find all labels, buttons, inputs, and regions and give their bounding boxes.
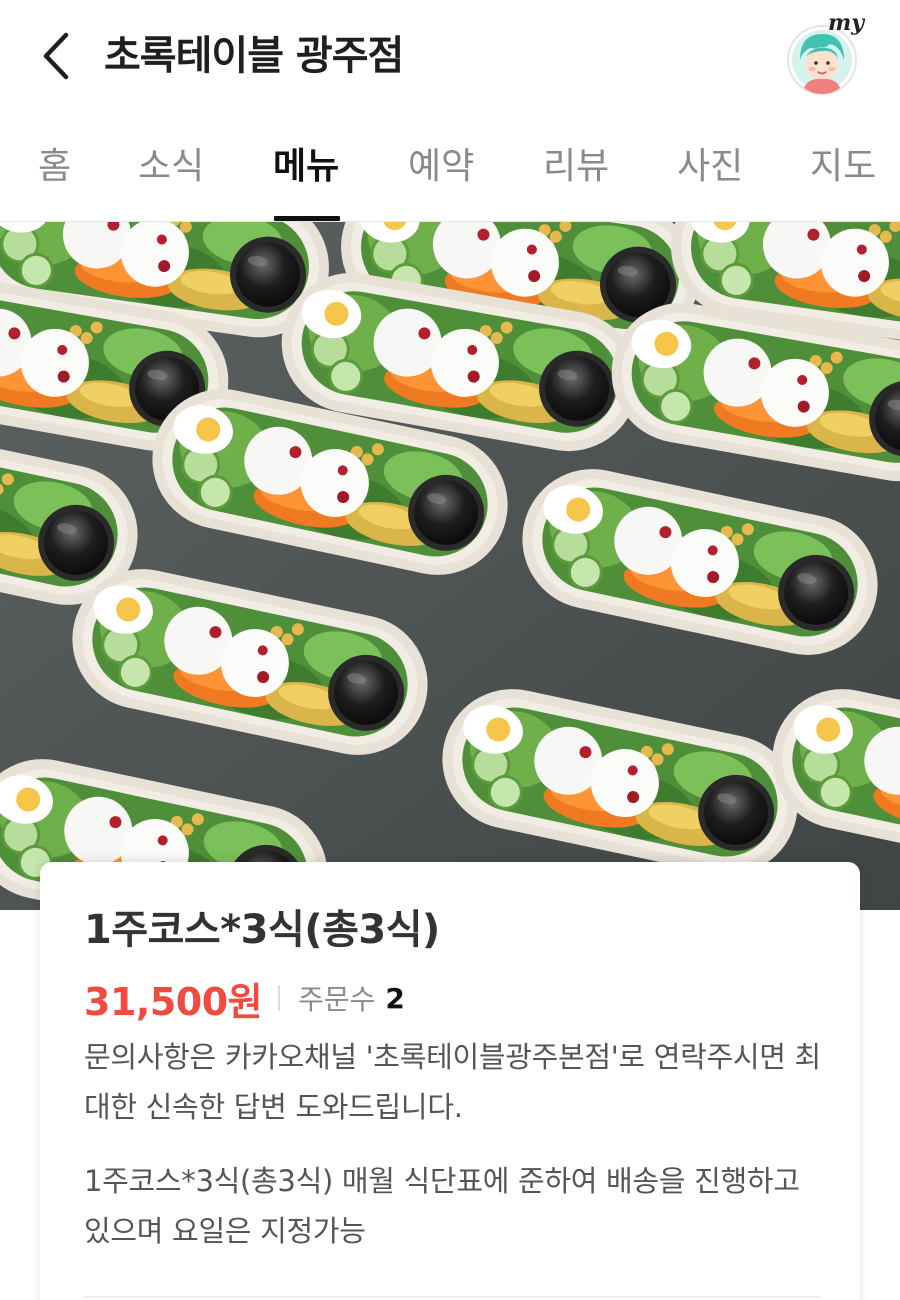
back-button[interactable] bbox=[30, 28, 82, 84]
page-title: 초록테이블 광주점 bbox=[104, 33, 404, 79]
menu-detail-card: 1주코스*3식(총3식) 31,500원 주문수 2 문의사항은 카카오채널 '… bbox=[40, 862, 860, 1300]
tab-reservation[interactable]: 예약 bbox=[408, 142, 474, 192]
chevron-left-icon bbox=[43, 32, 69, 80]
menu-description-delivery: 1주코스*3식(총3식) 매월 식단표에 준하여 배송을 진행하고 있으며 요일… bbox=[84, 1164, 800, 1248]
menu-photo bbox=[0, 222, 900, 910]
my-profile-button[interactable]: my bbox=[784, 10, 864, 96]
menu-price: 31,500원 bbox=[84, 979, 263, 1024]
my-label: my bbox=[828, 10, 865, 36]
tab-reviews[interactable]: 리뷰 bbox=[543, 142, 609, 192]
divider bbox=[278, 985, 281, 1011]
order-count-value: 2 bbox=[385, 981, 405, 1015]
salad-photo-icon bbox=[0, 222, 900, 910]
app-header: 초록테이블 광주점 my bbox=[0, 0, 900, 116]
order-count-label: 주문수 bbox=[298, 983, 376, 1016]
tab-home[interactable]: 홈 bbox=[38, 142, 71, 192]
tab-map[interactable]: 지도 bbox=[810, 142, 876, 192]
menu-description-inquiry: 문의사항은 카카오채널 '초록테이블광주본점'로 연락주시면 최대한 신속한 답… bbox=[84, 1040, 821, 1124]
tab-menu[interactable]: 메뉴 bbox=[273, 142, 339, 192]
tab-photos[interactable]: 사진 bbox=[677, 142, 743, 192]
menu-item-name: 1주코스*3식(총3식) bbox=[84, 907, 440, 953]
section-divider bbox=[84, 1296, 820, 1298]
tab-bar: 홈 소식 메뉴 예약 리뷰 사진 지도 bbox=[0, 116, 900, 222]
active-tab-indicator bbox=[274, 216, 340, 221]
tab-news[interactable]: 소식 bbox=[138, 142, 204, 192]
price-row: 31,500원 주문수 2 bbox=[84, 972, 405, 1024]
